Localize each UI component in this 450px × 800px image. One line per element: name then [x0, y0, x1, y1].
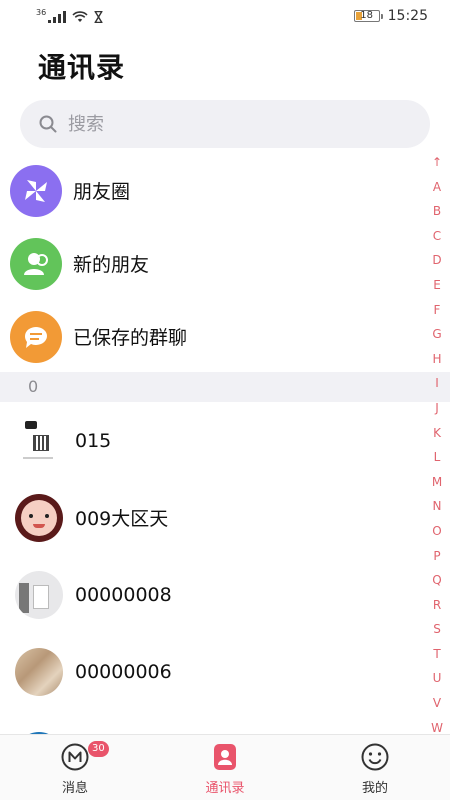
new-friends-entry[interactable]: 新的朋友 [0, 227, 420, 300]
index-letter[interactable]: E [433, 273, 441, 298]
tab-contacts[interactable]: 通讯录 [150, 735, 300, 800]
saved-groups-entry[interactable]: 已保存的群聊 [0, 300, 420, 373]
index-letter[interactable]: B [433, 199, 441, 224]
battery-icon: 18 [353, 10, 383, 22]
tab-label: 消息 [61, 781, 88, 796]
tab-bar: 30 消息 通讯录 我的 [0, 734, 450, 800]
new-friends-label: 新的朋友 [73, 254, 150, 276]
contact-row[interactable]: 015 [0, 402, 420, 479]
tab-label: 通讯录 [205, 781, 245, 796]
tab-me[interactable]: 我的 [300, 735, 450, 800]
index-letter[interactable]: A [433, 175, 441, 200]
message-icon [60, 742, 90, 772]
hourglass-icon [94, 11, 103, 23]
search-input[interactable] [68, 113, 368, 135]
avatar [15, 647, 63, 696]
add-friend-icon [10, 237, 62, 290]
contact-name: 00000006 [75, 660, 172, 683]
contact-row[interactable]: 009大区天 [0, 479, 420, 556]
avatar [15, 570, 63, 619]
search-icon [39, 115, 57, 133]
tab-messages[interactable]: 30 消息 [0, 735, 150, 800]
index-letter[interactable]: O [432, 519, 441, 544]
signal-label: 36 [36, 8, 47, 17]
smiley-icon [360, 742, 390, 772]
contacts-icon [210, 742, 240, 772]
index-letter[interactable]: Q [432, 568, 441, 593]
unread-badge: 30 [88, 741, 109, 757]
index-letter[interactable]: T [433, 642, 440, 667]
index-letter[interactable]: J [435, 396, 439, 421]
moments-entry[interactable]: 朋友圈 [0, 154, 420, 227]
clock: 15:25 [387, 8, 428, 24]
index-letter[interactable]: N [433, 494, 442, 519]
signal-icon [48, 11, 67, 23]
page-title: 通讯录 [38, 51, 126, 84]
contact-row[interactable]: 00000008 [0, 556, 420, 633]
alphabet-index[interactable]: ↑ A B C D E F G H I J K L M N O P Q R S … [429, 150, 445, 740]
contact-name: 009大区天 [75, 508, 169, 530]
contact-name: 015 [75, 429, 112, 452]
section-header: 0 [0, 372, 450, 402]
index-letter[interactable]: V [433, 691, 441, 716]
pinwheel-icon [10, 164, 62, 217]
index-letter[interactable]: C [433, 224, 441, 249]
index-letter[interactable]: S [433, 617, 441, 642]
index-letter[interactable]: L [434, 445, 441, 470]
contact-list: 015 009大区天 00000008 00000006 [0, 402, 420, 750]
avatar [15, 416, 63, 465]
feature-list: 朋友圈 新的朋友 已保存的群聊 [0, 154, 420, 373]
index-letter[interactable]: D [432, 248, 441, 273]
battery-level: 18 [360, 10, 373, 21]
index-letter[interactable]: ↑ [432, 150, 442, 175]
index-letter[interactable]: K [433, 421, 441, 446]
tab-label: 我的 [361, 781, 388, 796]
contact-row[interactable]: 00000006 [0, 633, 420, 710]
index-letter[interactable]: R [433, 593, 441, 618]
index-letter[interactable]: I [435, 371, 439, 396]
saved-groups-label: 已保存的群聊 [73, 327, 188, 349]
moments-label: 朋友圈 [73, 181, 131, 203]
avatar [15, 493, 63, 542]
index-letter[interactable]: G [432, 322, 441, 347]
search-bar[interactable] [20, 100, 430, 148]
contact-name: 00000008 [75, 583, 172, 606]
group-chat-icon [10, 310, 62, 363]
index-letter[interactable]: M [432, 470, 442, 495]
wifi-icon [72, 11, 88, 22]
index-letter[interactable]: F [434, 298, 441, 323]
status-bar: 36 18 15:25 [0, 0, 450, 34]
index-letter[interactable]: P [433, 544, 440, 569]
index-letter[interactable]: H [432, 347, 441, 372]
index-letter[interactable]: U [433, 666, 442, 691]
